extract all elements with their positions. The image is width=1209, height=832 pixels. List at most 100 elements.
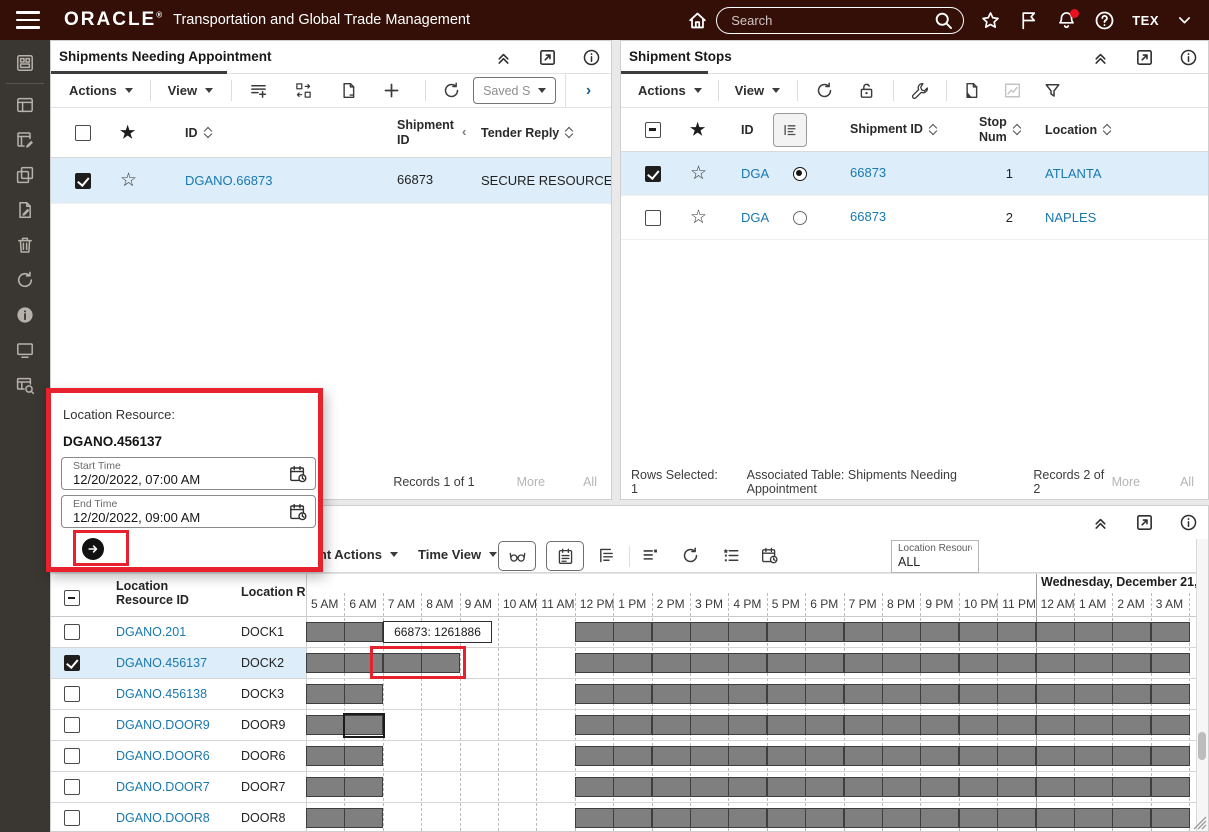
- busy-slot-bar[interactable]: [959, 715, 998, 735]
- stop-radio[interactable]: [793, 167, 807, 181]
- resize-grip-icon[interactable]: [1193, 816, 1207, 830]
- workbench-grid-icon[interactable]: [0, 45, 50, 80]
- busy-slot-bar[interactable]: [1036, 715, 1075, 735]
- table-row[interactable]: ☆DGANO.6687366873SECURE RESOURCES_: [51, 158, 611, 204]
- info-filled-icon[interactable]: [0, 297, 50, 332]
- busy-slot-bar[interactable]: [805, 777, 844, 797]
- appointment-board-toggle[interactable]: [546, 541, 584, 571]
- all-button[interactable]: All: [1180, 475, 1194, 489]
- help-icon[interactable]: [1094, 10, 1115, 31]
- hierarchy-list-icon[interactable]: [597, 546, 616, 565]
- resource-id-link[interactable]: DGANO.201: [116, 625, 186, 639]
- busy-slot-bar[interactable]: [805, 622, 844, 642]
- busy-slot-bar[interactable]: [1036, 653, 1075, 673]
- home-icon[interactable]: />: [687, 10, 708, 31]
- collapse-icon[interactable]: [1091, 513, 1110, 532]
- busy-slot-bar[interactable]: [575, 684, 614, 704]
- busy-slot-bar[interactable]: [767, 653, 806, 673]
- row-checkbox[interactable]: [645, 166, 661, 182]
- location-link[interactable]: NAPLES: [1045, 210, 1096, 225]
- busy-slot-bar[interactable]: [728, 746, 767, 766]
- busy-slot-bar[interactable]: [306, 715, 345, 735]
- busy-slot-bar[interactable]: [1151, 777, 1190, 797]
- swap-fields-icon[interactable]: [294, 81, 313, 100]
- busy-slot-bar[interactable]: [652, 653, 691, 673]
- open-in-new-icon[interactable]: [1135, 48, 1154, 67]
- busy-slot-bar[interactable]: [997, 684, 1036, 704]
- busy-slot-bar[interactable]: [613, 715, 652, 735]
- stop-id-link[interactable]: DGA: [741, 210, 769, 225]
- stop-id-link[interactable]: DGA: [741, 166, 769, 181]
- list-options-icon[interactable]: [722, 546, 741, 565]
- busy-slot-bar[interactable]: [959, 777, 998, 797]
- resource-id-link[interactable]: DGANO.456137: [116, 656, 207, 670]
- gantt-row-checkbox[interactable]: [64, 779, 80, 795]
- busy-slot-bar[interactable]: [728, 684, 767, 704]
- busy-slot-bar[interactable]: [997, 808, 1036, 828]
- resource-id-link[interactable]: DGANO.DOOR8: [116, 811, 210, 825]
- busy-slot-bar[interactable]: [920, 808, 959, 828]
- busy-slot-bar[interactable]: [767, 684, 806, 704]
- busy-slot-bar[interactable]: [920, 715, 959, 735]
- global-search[interactable]: [716, 7, 964, 34]
- stop-radio[interactable]: [793, 211, 807, 225]
- view-menu[interactable]: View: [735, 83, 780, 98]
- busy-slot-bar[interactable]: [1151, 653, 1190, 673]
- start-time-field[interactable]: Start Time 12/20/2022, 07:00 AM: [61, 457, 316, 490]
- busy-slot-bar[interactable]: [344, 777, 383, 797]
- open-in-new-icon[interactable]: [1135, 513, 1154, 532]
- gantt-row-checkbox[interactable]: [64, 748, 80, 764]
- busy-slot-bar[interactable]: [1112, 653, 1151, 673]
- end-time-field[interactable]: End Time 12/20/2022, 09:00 AM: [61, 495, 316, 528]
- search-icon[interactable]: [933, 10, 954, 31]
- shipment-link[interactable]: 66873: [850, 210, 886, 225]
- busy-slot-bar[interactable]: [767, 777, 806, 797]
- busy-slot-bar[interactable]: [690, 777, 729, 797]
- gantt-row-checkbox[interactable]: [64, 717, 80, 733]
- busy-slot-bar[interactable]: [959, 622, 998, 642]
- busy-slot-bar[interactable]: [652, 715, 691, 735]
- busy-slot-bar[interactable]: [997, 777, 1036, 797]
- user-menu[interactable]: TEX: [1132, 13, 1159, 28]
- gantt-row-checkbox[interactable]: [64, 655, 80, 671]
- flag-icon[interactable]: [1018, 10, 1039, 31]
- busy-slot-bar[interactable]: [613, 746, 652, 766]
- sort-icon[interactable]: [1104, 125, 1110, 134]
- busy-slot-bar[interactable]: [882, 808, 921, 828]
- busy-slot-bar[interactable]: [575, 777, 614, 797]
- busy-slot-bar[interactable]: [613, 684, 652, 704]
- sort-icon[interactable]: [930, 125, 936, 134]
- busy-slot-bar[interactable]: [1036, 622, 1075, 642]
- busy-slot-bar[interactable]: [728, 653, 767, 673]
- busy-slot-bar[interactable]: [844, 684, 883, 704]
- open-in-new-icon[interactable]: [538, 48, 557, 67]
- busy-slot-bar[interactable]: [997, 746, 1036, 766]
- scrollbar-thumb[interactable]: [1198, 732, 1206, 760]
- busy-slot-bar[interactable]: [1074, 684, 1113, 704]
- info-icon[interactable]: [582, 48, 601, 67]
- busy-slot-bar[interactable]: [920, 622, 959, 642]
- refresh-icon[interactable]: [815, 81, 834, 100]
- busy-slot-bar[interactable]: [652, 808, 691, 828]
- busy-slot-bar[interactable]: [1074, 808, 1113, 828]
- busy-slot-bar[interactable]: [805, 808, 844, 828]
- appointment-bar[interactable]: 66873: 1261886: [383, 621, 492, 643]
- busy-slot-bar[interactable]: [306, 622, 345, 642]
- busy-slot-bar[interactable]: [1151, 622, 1190, 642]
- row-checkbox[interactable]: [645, 210, 661, 226]
- busy-slot-bar[interactable]: [613, 653, 652, 673]
- busy-slot-bar[interactable]: [959, 808, 998, 828]
- busy-slot-bar[interactable]: [920, 746, 959, 766]
- more-button[interactable]: More: [517, 475, 545, 489]
- vertical-scrollbar[interactable]: [1196, 539, 1208, 831]
- refresh-icon[interactable]: [0, 262, 50, 297]
- star-icon[interactable]: ☆: [675, 162, 723, 185]
- busy-slot-bar[interactable]: [575, 653, 614, 673]
- busy-slot-bar[interactable]: [882, 684, 921, 704]
- busy-slot-bar[interactable]: [1036, 808, 1075, 828]
- busy-slot-bar[interactable]: [1151, 808, 1190, 828]
- star-column-icon[interactable]: ★: [675, 120, 723, 140]
- busy-slot-bar[interactable]: [1112, 777, 1151, 797]
- new-document-icon[interactable]: [339, 81, 358, 100]
- busy-slot-bar[interactable]: [613, 777, 652, 797]
